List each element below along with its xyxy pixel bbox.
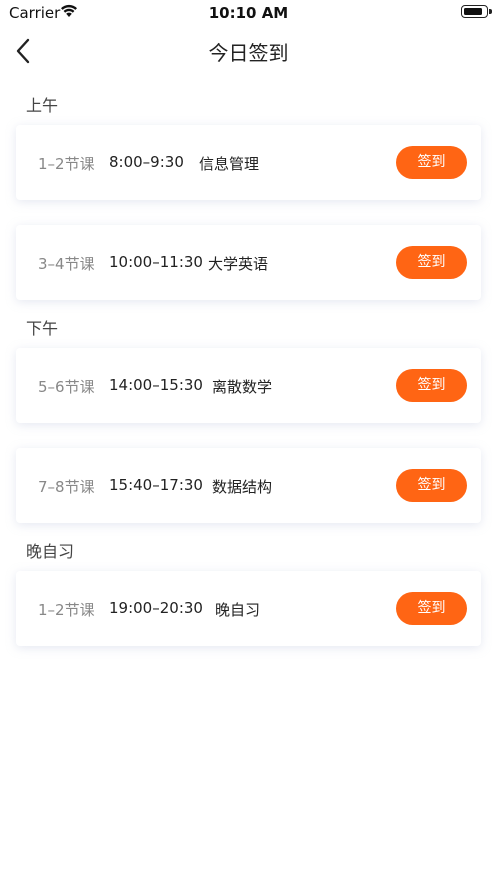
course-name: 大学英语 — [208, 255, 269, 273]
time-range: 19:00–20:30 — [109, 599, 203, 617]
course-name: 数据结构 — [212, 478, 273, 496]
sign-in-button[interactable]: 签到 — [396, 469, 467, 502]
status-bar: Carrier 10:10 AM — [0, 0, 497, 26]
battery-icon — [461, 5, 488, 18]
sign-in-button[interactable]: 签到 — [396, 369, 467, 402]
class-card: 1–2节课 19:00–20:30 晚自习 签到 — [16, 571, 481, 646]
section-label-morning: 上午 — [26, 96, 59, 115]
time-range: 8:00–9:30 — [109, 153, 184, 171]
class-card: 5–6节课 14:00–15:30 离散数学 签到 — [16, 348, 481, 423]
section-label-afternoon: 下午 — [26, 319, 59, 338]
sign-in-button[interactable]: 签到 — [396, 146, 467, 179]
period-label: 1–2节课 — [38, 155, 95, 173]
section-label-evening: 晚自习 — [26, 542, 75, 561]
course-name: 晚自习 — [215, 601, 261, 619]
course-name: 离散数学 — [212, 378, 273, 396]
clock: 10:10 AM — [208, 4, 289, 22]
period-label: 3–4节课 — [38, 255, 95, 273]
sign-in-button[interactable]: 签到 — [396, 246, 467, 279]
class-card: 7–8节课 15:40–17:30 数据结构 签到 — [16, 448, 481, 523]
course-name: 信息管理 — [199, 155, 260, 173]
sign-in-button[interactable]: 签到 — [396, 592, 467, 625]
battery-tip — [489, 9, 492, 14]
nav-bar: 今日签到 — [0, 26, 497, 76]
time-range: 10:00–11:30 — [109, 253, 203, 271]
period-label: 5–6节课 — [38, 378, 95, 396]
class-card: 1–2节课 8:00–9:30 信息管理 签到 — [16, 125, 481, 200]
period-label: 1–2节课 — [38, 601, 95, 619]
time-range: 15:40–17:30 — [109, 476, 203, 494]
page-title: 今日签到 — [208, 41, 289, 65]
time-range: 14:00–15:30 — [109, 376, 203, 394]
class-card: 3–4节课 10:00–11:30 大学英语 签到 — [16, 225, 481, 300]
period-label: 7–8节课 — [38, 478, 95, 496]
battery-level — [464, 8, 482, 15]
